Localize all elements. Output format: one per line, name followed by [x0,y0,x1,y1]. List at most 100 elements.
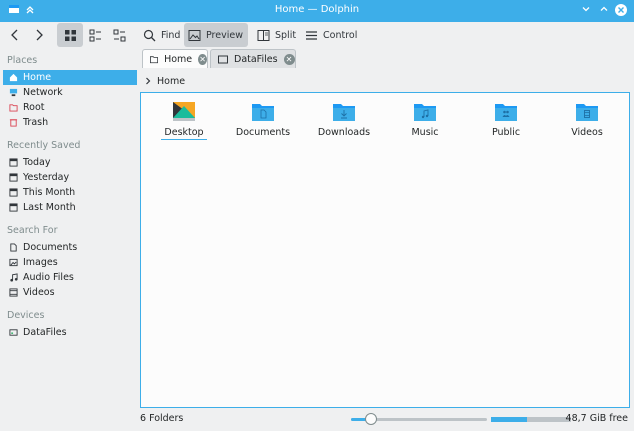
zoom-slider[interactable] [351,413,487,425]
free-space-label: 48,7 GiB free [565,413,628,424]
folder-label: Downloads [317,127,371,138]
sidebar-item-label: Root [23,102,45,113]
sidebar-item-label: Images [23,257,58,268]
status-bar: 6 Folders 48,7 GiB free [140,408,634,431]
minimize-icon[interactable] [578,3,594,19]
close-tab-icon[interactable]: ✕ [198,53,207,65]
calendar-icon [9,203,18,212]
close-tab-icon[interactable]: ✕ [283,53,295,65]
hamburger-menu-icon [306,30,317,40]
sidebar-item-label: Trash [23,117,49,128]
folder-label: Documents [235,127,291,138]
sidebar-item-label: Documents [23,242,78,253]
public-folder-icon [495,104,517,121]
images-icon [9,258,18,267]
section-places: Places [7,55,38,66]
sidebar-item-label: This Month [23,187,76,198]
preview-icon [188,29,201,41]
sidebar-item-images[interactable]: Images [3,255,137,270]
places-panel: Places Home Network Root Trash Recently … [0,48,139,408]
find-label: Find [161,29,181,41]
preview-button[interactable]: Preview [184,23,248,47]
zoom-slider-handle[interactable] [365,413,378,425]
control-button[interactable]: Control [301,23,361,47]
maximize-icon[interactable] [596,3,612,19]
control-label: Control [323,29,358,41]
folder-label: Music [411,127,439,138]
split-view-icon [257,29,270,41]
home-icon [9,73,18,82]
folder-icon [150,55,159,63]
compact-view-button[interactable] [83,23,107,47]
sidebar-item-last-month[interactable]: Last Month [3,200,137,215]
back-button[interactable] [5,23,30,47]
disk-space-fill [491,417,527,422]
sidebar-item-label: Home [23,72,52,83]
sidebar-item-label: Today [23,157,51,168]
folder-label: Videos [571,127,603,138]
forward-arrow-icon [36,29,43,41]
trash-icon [9,119,18,127]
folder-item-videos[interactable]: Videos [547,101,627,139]
section-recently-saved: Recently Saved [7,140,81,151]
split-button[interactable]: Split [253,23,300,47]
folder-item-documents[interactable]: Documents [223,101,303,139]
details-view-button[interactable] [107,23,131,47]
folder-item-downloads[interactable]: Downloads [304,101,384,139]
desktop-folder-icon [173,102,195,121]
forward-button[interactable] [29,23,54,47]
sidebar-item-documents[interactable]: Documents [3,240,137,255]
sidebar-item-videos[interactable]: Videos [3,285,137,300]
sidebar-item-network[interactable]: Network [3,85,137,100]
tab-label: Home [164,53,193,65]
close-icon[interactable] [613,3,629,19]
split-label: Split [275,29,297,41]
sidebar-item-trash[interactable]: Trash [3,115,137,130]
network-icon [9,88,18,97]
sidebar-item-yesterday[interactable]: Yesterday [3,170,137,185]
icons-view-icon [64,29,76,41]
tab-label: DataFiles [234,53,278,65]
breadcrumb: Home [140,70,634,92]
sidebar-item-label: Videos [23,287,55,298]
calendar-icon [9,188,18,197]
breadcrumb-home[interactable]: Home [157,76,185,87]
sidebar-item-label: Last Month [23,202,76,213]
folder-item-desktop[interactable]: Desktop [144,101,224,140]
file-view[interactable]: Desktop Documents Downloads Music Public [140,92,630,408]
folder-item-music[interactable]: Music [385,101,465,139]
tab-datafiles[interactable]: DataFiles ✕ [210,49,296,68]
window-title: Home — Dolphin [274,4,360,15]
sidebar-item-this-month[interactable]: This Month [3,185,137,200]
item-count: 6 Folders [140,413,184,424]
preview-label: Preview [206,29,243,41]
videos-folder-icon [576,104,598,121]
back-arrow-icon [11,29,18,41]
folder-item-public[interactable]: Public [466,101,546,139]
details-view-icon [113,29,125,41]
sidebar-item-datafiles[interactable]: DataFiles [3,325,137,340]
folder-label: Public [491,127,521,138]
calendar-icon [9,158,18,167]
root-folder-icon [9,104,18,112]
section-devices: Devices [7,310,45,321]
documents-icon [10,243,17,252]
folder-label: Desktop [161,126,207,140]
videos-icon [9,288,18,297]
chevron-right-icon[interactable] [144,77,152,85]
sidebar-item-home[interactable]: Home [3,70,137,85]
compact-view-icon [89,29,101,41]
tab-bar: Home ✕ DataFiles ✕ [140,48,634,69]
sidebar-item-audio-files[interactable]: Audio Files [3,270,137,285]
downloads-folder-icon [333,104,355,121]
tab-home[interactable]: Home ✕ [142,49,208,68]
sidebar-item-label: Audio Files [23,272,74,283]
documents-folder-icon [252,104,274,121]
sidebar-item-today[interactable]: Today [3,155,137,170]
toolbar: Find Preview Split Control [0,22,634,48]
sidebar-item-label: Yesterday [23,172,70,183]
drive-icon [218,55,228,63]
icons-view-button[interactable] [57,23,83,47]
sidebar-item-root[interactable]: Root [3,100,137,115]
find-button[interactable]: Find [139,23,184,47]
